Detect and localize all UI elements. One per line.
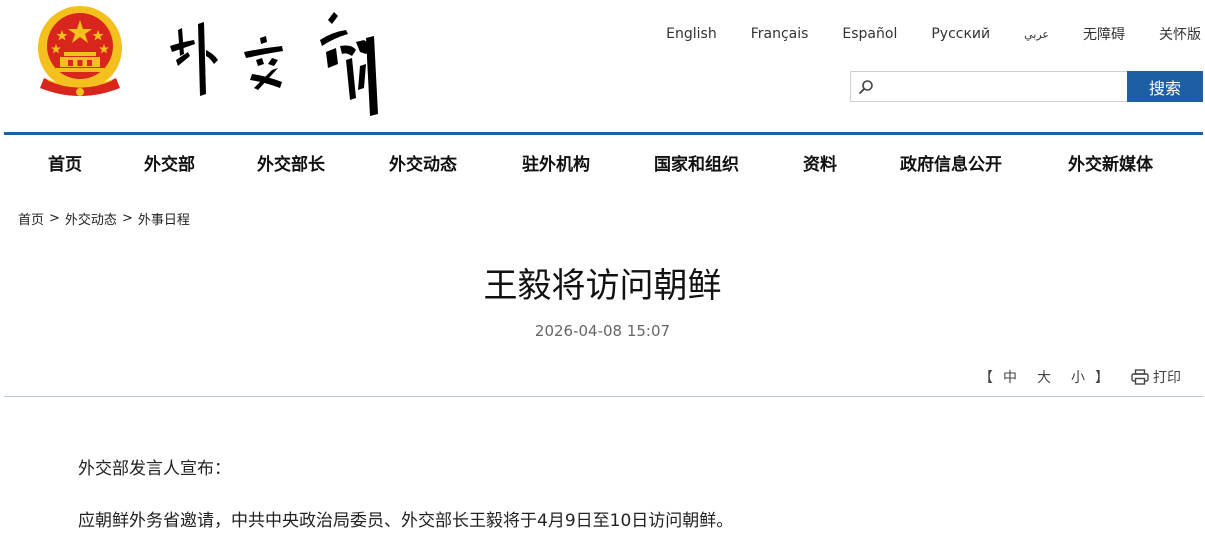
lang-english-link[interactable]: English xyxy=(666,26,717,42)
language-bar: English Français Español Русский عربي 无障… xyxy=(632,24,1201,44)
content-divider xyxy=(4,396,1203,397)
font-size-medium-button[interactable]: 中 xyxy=(1003,367,1017,387)
search-input-wrap xyxy=(850,71,1127,102)
nav-item-missions-abroad[interactable]: 驻外机构 xyxy=(522,150,590,175)
article-paragraph: 应朝鲜外务省邀请，中共中央政治局委员、外交部长王毅将于4月9日至10日访问朝鲜。 xyxy=(78,511,734,531)
breadcrumb: 首页 > 外交动态 > 外事日程 xyxy=(18,209,190,228)
breadcrumb-home[interactable]: 首页 xyxy=(18,209,44,228)
article-paragraph: 外交部发言人宣布： xyxy=(78,459,231,479)
nav-item-diplomatic-news[interactable]: 外交动态 xyxy=(389,150,457,175)
nav-item-government-info[interactable]: 政府信息公开 xyxy=(900,150,1002,175)
breadcrumb-separator: > xyxy=(121,211,133,226)
nav-item-new-media[interactable]: 外交新媒体 xyxy=(1068,150,1153,175)
open-bracket: 【 xyxy=(979,370,993,386)
national-emblem-icon[interactable] xyxy=(34,4,126,104)
lang-russian-link[interactable]: Русский xyxy=(931,26,990,42)
accessibility-link[interactable]: 无障碍 xyxy=(1083,24,1125,44)
search-button[interactable]: 搜索 xyxy=(1127,71,1203,102)
search-input[interactable] xyxy=(877,72,1125,101)
breadcrumb-schedule[interactable]: 外事日程 xyxy=(138,209,190,228)
calligraphy-logo[interactable] xyxy=(160,2,400,120)
lang-spanish-link[interactable]: Español xyxy=(842,26,897,42)
lang-arabic-link[interactable]: عربي xyxy=(1024,28,1049,41)
search-icon xyxy=(859,80,873,94)
article-date: 2026-04-08 15:07 xyxy=(534,322,671,340)
print-button[interactable]: 打印 xyxy=(1131,367,1181,387)
main-nav: 首页 外交部 外交部长 外交动态 驻外机构 国家和组织 资料 政府信息公开 外交… xyxy=(4,132,1203,188)
search-bar: 搜索 xyxy=(850,71,1203,102)
breadcrumb-diplomatic-news[interactable]: 外交动态 xyxy=(65,209,117,228)
site-header: English Français Español Русский عربي 无障… xyxy=(0,0,1205,132)
printer-icon xyxy=(1131,369,1149,385)
article-title: 王毅将访问朝鲜 xyxy=(483,266,722,306)
close-bracket: 】 xyxy=(1095,370,1109,386)
lang-french-link[interactable]: Français xyxy=(751,26,809,42)
nav-item-resources[interactable]: 资料 xyxy=(803,150,837,175)
font-size-small-button[interactable]: 小 xyxy=(1071,367,1085,387)
nav-item-ministry[interactable]: 外交部 xyxy=(144,150,195,175)
font-size-toolbar: 【 中 大 小 】 xyxy=(979,367,1109,387)
breadcrumb-separator: > xyxy=(49,211,60,226)
font-size-large-button[interactable]: 大 xyxy=(1037,367,1051,387)
nav-item-countries-organizations[interactable]: 国家和组织 xyxy=(654,150,739,175)
elderly-care-mode-link[interactable]: 关怀版 xyxy=(1159,24,1201,44)
print-label: 打印 xyxy=(1153,370,1181,386)
nav-item-minister[interactable]: 外交部长 xyxy=(257,150,325,175)
nav-item-home[interactable]: 首页 xyxy=(48,150,82,175)
